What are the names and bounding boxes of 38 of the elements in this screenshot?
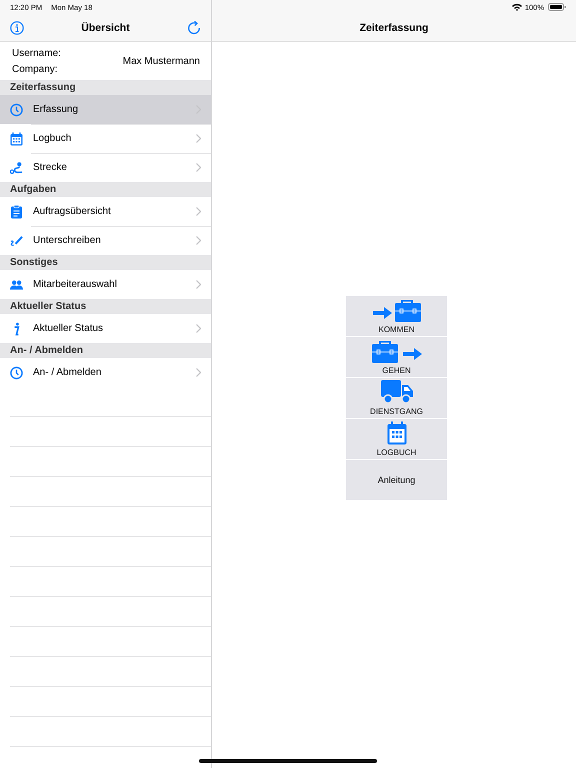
action-button[interactable]: Anleitung [346, 460, 447, 500]
clock-icon [10, 366, 23, 380]
chevron-icon [196, 368, 201, 377]
info-icon[interactable] [10, 20, 24, 34]
chevron-icon [196, 236, 201, 245]
username-label: Username: [12, 48, 61, 58]
people-icon [10, 278, 23, 290]
section-header: An- / Abmelden [0, 343, 211, 358]
briefcase-arrow-icon [372, 339, 422, 363]
action-button[interactable]: LOGBUCH [346, 419, 447, 459]
clock-icon [10, 102, 23, 116]
company-label: Company: [12, 64, 59, 74]
sidebar-title: Übersicht [81, 22, 130, 34]
clipboard-icon [10, 204, 23, 218]
section-header: Sonstiges [0, 255, 211, 270]
section-header: Aktueller Status [0, 299, 211, 314]
action-button[interactable]: KOMMEN [346, 296, 447, 336]
section-header: Aufgaben [0, 182, 211, 197]
chevron-icon [196, 324, 201, 333]
section-header: Zeiterfassung [0, 80, 211, 95]
action-button[interactable]: DIENSTGANG [346, 378, 447, 418]
pen-icon [10, 234, 23, 248]
truck-icon [380, 380, 412, 404]
battery-icon [548, 3, 566, 11]
chevron-icon [196, 207, 201, 216]
chevron-icon [196, 134, 201, 143]
chevron-icon [196, 163, 201, 172]
arrow-briefcase-icon [372, 298, 420, 322]
calendar-icon [386, 421, 406, 445]
username-value: Max Mustermann [122, 56, 200, 66]
wifi-icon [512, 3, 522, 11]
route-icon [10, 160, 23, 174]
menu-item[interactable]: Erfassung [0, 95, 211, 124]
calendar-icon [10, 132, 23, 146]
chevron-icon [196, 280, 201, 289]
detail-title: Zeiterfassung [360, 22, 428, 34]
action-button[interactable]: GEHEN [346, 337, 447, 377]
refresh-icon[interactable] [187, 20, 201, 34]
